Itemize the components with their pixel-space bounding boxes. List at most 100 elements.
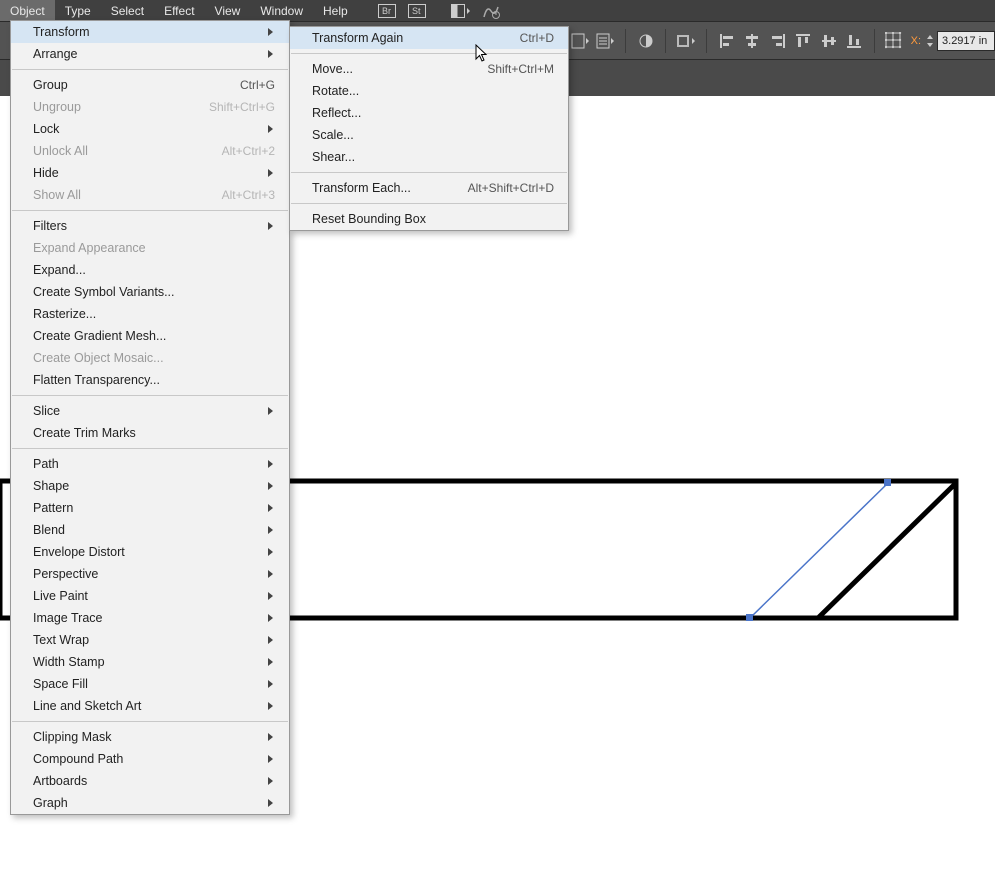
- menu-item-label: Line and Sketch Art: [33, 699, 141, 713]
- menu-transform[interactable]: Transform: [11, 21, 289, 43]
- submenu-arrow-icon: [267, 49, 275, 59]
- menu-perspective[interactable]: Perspective: [11, 563, 289, 585]
- submenu-arrow-icon: [267, 798, 275, 808]
- menu-arrange[interactable]: Arrange: [11, 43, 289, 65]
- menu-item-label: Create Trim Marks: [33, 426, 136, 440]
- menu-item-label: Rotate...: [312, 84, 359, 98]
- menu-rasterize[interactable]: Rasterize...: [11, 303, 289, 325]
- menu-filters[interactable]: Filters: [11, 215, 289, 237]
- menu-slice[interactable]: Slice: [11, 400, 289, 422]
- menu-shape[interactable]: Shape: [11, 475, 289, 497]
- menu-create-gradient-mesh[interactable]: Create Gradient Mesh...: [11, 325, 289, 347]
- menubar-item-help[interactable]: Help: [313, 0, 358, 21]
- stock-icon[interactable]: St: [402, 0, 432, 21]
- menu-item-label: Flatten Transparency...: [33, 373, 160, 387]
- align-right-icon[interactable]: [768, 29, 787, 53]
- menu-show-all: Show AllAlt+Ctrl+3: [11, 184, 289, 206]
- menu-scale[interactable]: Scale...: [290, 124, 568, 146]
- menu-item-shortcut: Alt+Shift+Ctrl+D: [468, 181, 554, 195]
- doc-setup-icon[interactable]: [570, 29, 589, 53]
- arrange-documents-icon[interactable]: [446, 0, 476, 21]
- menu-artboards[interactable]: Artboards: [11, 770, 289, 792]
- menu-hide[interactable]: Hide: [11, 162, 289, 184]
- menu-item-label: Reset Bounding Box: [312, 212, 426, 226]
- menu-item-label: Width Stamp: [33, 655, 105, 669]
- svg-text:Br: Br: [382, 6, 391, 16]
- stepper-down-icon[interactable]: [925, 41, 935, 49]
- menubar-label: Window: [260, 4, 303, 18]
- align-hcenter-icon[interactable]: [742, 29, 761, 53]
- submenu-arrow-icon: [267, 754, 275, 764]
- menu-item-label: Text Wrap: [33, 633, 89, 647]
- transform-submenu: Transform AgainCtrl+D Move...Shift+Ctrl+M…: [289, 26, 569, 231]
- menu-item-label: Reflect...: [312, 106, 361, 120]
- menu-item-shortcut: Ctrl+G: [240, 78, 275, 92]
- menu-image-trace[interactable]: Image Trace: [11, 607, 289, 629]
- menu-separator: [291, 172, 567, 173]
- menu-reset-bounding-box[interactable]: Reset Bounding Box: [290, 208, 568, 230]
- align-bottom-icon[interactable]: [844, 29, 863, 53]
- submenu-arrow-icon: [267, 732, 275, 742]
- menubar-item-window[interactable]: Window: [250, 0, 313, 21]
- align-top-icon[interactable]: [793, 29, 812, 53]
- menubar-item-view[interactable]: View: [205, 0, 251, 21]
- submenu-arrow-icon: [267, 459, 275, 469]
- menu-rotate[interactable]: Rotate...: [290, 80, 568, 102]
- style-icon[interactable]: [676, 29, 696, 53]
- svg-text:St: St: [412, 6, 421, 16]
- menu-transform-each[interactable]: Transform Each...Alt+Shift+Ctrl+D: [290, 177, 568, 199]
- menu-item-label: Lock: [33, 122, 59, 136]
- menu-text-wrap[interactable]: Text Wrap: [11, 629, 289, 651]
- submenu-arrow-icon: [267, 679, 275, 689]
- submenu-arrow-icon: [267, 124, 275, 134]
- menu-item-label: Path: [33, 457, 59, 471]
- menu-group[interactable]: GroupCtrl+G: [11, 74, 289, 96]
- menu-clipping-mask[interactable]: Clipping Mask: [11, 726, 289, 748]
- x-position-input[interactable]: [937, 31, 995, 51]
- menu-move[interactable]: Move...Shift+Ctrl+M: [290, 58, 568, 80]
- opacity-icon[interactable]: [636, 29, 655, 53]
- menubar-item-object[interactable]: Object: [0, 0, 55, 21]
- align-vcenter-icon[interactable]: [819, 29, 838, 53]
- menu-lock[interactable]: Lock: [11, 118, 289, 140]
- gpu-preview-icon[interactable]: [476, 0, 506, 21]
- menu-width-stamp[interactable]: Width Stamp: [11, 651, 289, 673]
- submenu-arrow-icon: [267, 168, 275, 178]
- menu-line-and-sketch-art[interactable]: Line and Sketch Art: [11, 695, 289, 717]
- menu-item-label: Slice: [33, 404, 60, 418]
- submenu-arrow-icon: [267, 657, 275, 667]
- menu-flatten-transparency[interactable]: Flatten Transparency...: [11, 369, 289, 391]
- menu-envelope-distort[interactable]: Envelope Distort: [11, 541, 289, 563]
- submenu-arrow-icon: [267, 591, 275, 601]
- menu-separator: [12, 448, 288, 449]
- menu-path[interactable]: Path: [11, 453, 289, 475]
- menu-pattern[interactable]: Pattern: [11, 497, 289, 519]
- menubar-item-type[interactable]: Type: [55, 0, 101, 21]
- menu-item-shortcut: Alt+Ctrl+3: [222, 188, 275, 202]
- menubar: Object Type Select Effect View Window He…: [0, 0, 995, 22]
- menu-create-symbol-variants[interactable]: Create Symbol Variants...: [11, 281, 289, 303]
- menu-item-label: Artboards: [33, 774, 87, 788]
- stepper-up-icon[interactable]: [925, 33, 935, 41]
- menu-expand[interactable]: Expand...: [11, 259, 289, 281]
- menu-shear[interactable]: Shear...: [290, 146, 568, 168]
- menu-separator: [12, 395, 288, 396]
- menu-reflect[interactable]: Reflect...: [290, 102, 568, 124]
- menu-unlock-all: Unlock AllAlt+Ctrl+2: [11, 140, 289, 162]
- submenu-arrow-icon: [267, 525, 275, 535]
- transform-reference-icon[interactable]: [885, 29, 905, 53]
- menubar-item-select[interactable]: Select: [101, 0, 154, 21]
- menu-item-label: Transform Again: [312, 31, 403, 45]
- menu-graph[interactable]: Graph: [11, 792, 289, 814]
- menubar-item-effect[interactable]: Effect: [154, 0, 204, 21]
- submenu-arrow-icon: [267, 701, 275, 711]
- menu-blend[interactable]: Blend: [11, 519, 289, 541]
- menu-compound-path[interactable]: Compound Path: [11, 748, 289, 770]
- menu-create-trim-marks[interactable]: Create Trim Marks: [11, 422, 289, 444]
- align-left-icon[interactable]: [717, 29, 736, 53]
- menu-transform-again[interactable]: Transform AgainCtrl+D: [290, 27, 568, 49]
- menu-space-fill[interactable]: Space Fill: [11, 673, 289, 695]
- preferences-icon[interactable]: [595, 29, 614, 53]
- menu-live-paint[interactable]: Live Paint: [11, 585, 289, 607]
- bridge-icon[interactable]: Br: [372, 0, 402, 21]
